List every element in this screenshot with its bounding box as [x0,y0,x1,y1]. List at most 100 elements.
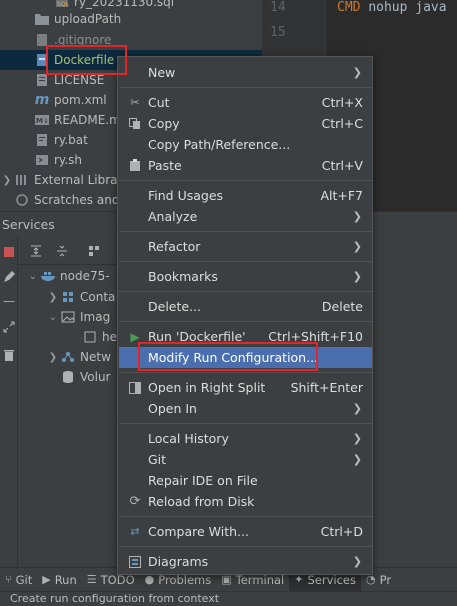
service-node-image[interactable]: he [18,327,118,347]
tree-item-label: pom.xml [54,93,107,107]
menu-item-label: New [148,65,176,80]
menu-item-label: Repair IDE on File [148,473,258,488]
cut-icon: ✂ [130,96,140,109]
menu-item-shortcut: Ctrl+D [320,524,363,539]
menu-item-label: Open in Right Split [148,380,266,395]
library-icon [14,172,30,188]
tool-git[interactable]: ⑂ Git [0,568,37,592]
menu-item-git[interactable]: Git ❯ [119,449,372,470]
stop-icon[interactable] [1,244,17,260]
menu-item-bookmarks[interactable]: Bookmarks ❯ [119,266,372,287]
expand-all-icon[interactable] [28,243,44,259]
service-node-containers[interactable]: ❯ Conta [18,287,118,307]
reload-icon: ⟳ [129,494,141,509]
menu-item-shortcut: Delete [321,299,363,314]
folder-icon [34,11,50,27]
menu-item-find-usages[interactable]: Find Usages Alt+F7 [119,185,372,206]
menu-separator [119,423,372,424]
service-node-networks[interactable]: ❯ Netw [18,347,118,367]
menu-item-open-in[interactable]: Open In ❯ [119,398,372,419]
diagrams-icon [127,554,143,570]
menu-item-copy[interactable]: Copy Ctrl+C [119,113,372,134]
scratches-icon [14,192,30,208]
split-icon [127,380,143,396]
tree-item-label: ry_20231130.sql [74,0,175,9]
chevron-right-icon: ❯ [352,453,362,466]
tool-label: Run [54,572,77,587]
volumes-icon [60,369,76,385]
expand-icon[interactable] [1,319,17,335]
menu-item-shortcut: Ctrl+V [321,158,363,173]
chevron-right-icon[interactable]: ❯ [46,292,60,303]
menu-item-diagrams[interactable]: Diagrams ❯ [119,551,372,572]
menu-item-label: Open In [148,401,197,416]
menu-separator [119,291,372,292]
menu-item-local-history[interactable]: Local History ❯ [119,428,372,449]
markdown-file-icon: M↓ [34,112,50,128]
chevron-right-icon: ❯ [352,402,362,415]
menu-item-label: Git [148,452,167,467]
todo-icon: ☰ [86,573,97,586]
annotation-highlight-modify-run [138,342,318,371]
menu-item-copy-path[interactable]: Copy Path/Reference... [119,134,372,155]
menu-item-reload-from-disk[interactable]: ⟳ Reload from Disk [119,491,372,512]
menu-separator [119,231,372,232]
menu-item-label: Analyze [148,209,198,224]
tree-item-label: Imag [80,310,111,324]
menu-item-label: Copy Path/Reference... [148,137,291,152]
docker-icon [40,268,56,284]
status-bar: Create run configuration from context [0,591,457,606]
menu-item-paste[interactable]: Paste Ctrl+V [119,155,372,176]
menu-separator [119,87,372,88]
images-icon [60,309,76,325]
line-number: 14 [270,0,286,15]
service-node-docker[interactable]: ⌄ node75- [18,266,118,286]
menu-item-repair-ide[interactable]: Repair IDE on File [119,470,372,491]
menu-item-label: Cut [148,95,170,110]
menu-item-analyze[interactable]: Analyze ❯ [119,206,372,227]
tree-item-label: README.m [54,113,121,127]
line-number: 15 [270,25,286,40]
run-icon: ▶ [42,573,51,586]
tree-item-uploadpath[interactable]: uploadPath [0,9,262,29]
menu-item-shortcut: Shift+Enter [290,380,363,395]
tree-item-label: uploadPath [54,12,122,26]
tree-item-gitignore[interactable]: .gitignore [0,30,262,50]
shell-file-icon [34,152,50,168]
menu-item-compare-with[interactable]: ⇄ Compare With... Ctrl+D [119,521,372,542]
menu-item-shortcut: Ctrl+X [321,95,363,110]
tool-run[interactable]: ▶ Run [37,568,82,592]
service-node-volumes[interactable]: Volur [18,367,118,387]
collapse-all-icon[interactable] [54,243,70,259]
service-node-images[interactable]: ⌄ Imag [18,307,118,327]
tree-item-label: LICENSE [54,73,105,87]
maven-file-icon: m [34,92,50,108]
edit-icon[interactable] [1,269,17,285]
menu-item-delete[interactable]: Delete... Delete [119,296,372,317]
tree-item-label: Volur [80,370,111,384]
delete-icon[interactable] [1,347,17,363]
chevron-right-icon[interactable]: ❯ [46,352,60,363]
chevron-right-icon: ❯ [352,432,362,445]
chevron-right-icon: ❯ [352,210,362,223]
menu-item-label: Reload from Disk [148,494,255,509]
chevron-right-icon: ❯ [352,66,362,79]
tool-label: Pr [379,572,392,587]
menu-separator [119,516,372,517]
group-by-icon[interactable] [86,243,102,259]
menu-separator [119,261,372,262]
minus-icon[interactable]: — [1,293,17,309]
menu-item-refactor[interactable]: Refactor ❯ [119,236,372,257]
chevron-down-icon[interactable]: ⌄ [46,312,60,323]
tree-item-label: ry.bat [54,133,88,147]
menu-item-open-right-split[interactable]: Open in Right Split Shift+Enter [119,377,372,398]
chevron-right-icon[interactable]: ❯ [0,175,14,186]
tree-item-label: node75- [60,269,110,283]
copy-icon [127,116,143,132]
menu-item-label: Delete... [148,299,201,314]
menu-item-new[interactable]: New ❯ [119,62,372,83]
chevron-down-icon[interactable]: ⌄ [26,271,40,282]
menu-separator [119,321,372,322]
menu-item-label: Bookmarks [148,269,218,284]
menu-item-cut[interactable]: ✂ Cut Ctrl+X [119,92,372,113]
